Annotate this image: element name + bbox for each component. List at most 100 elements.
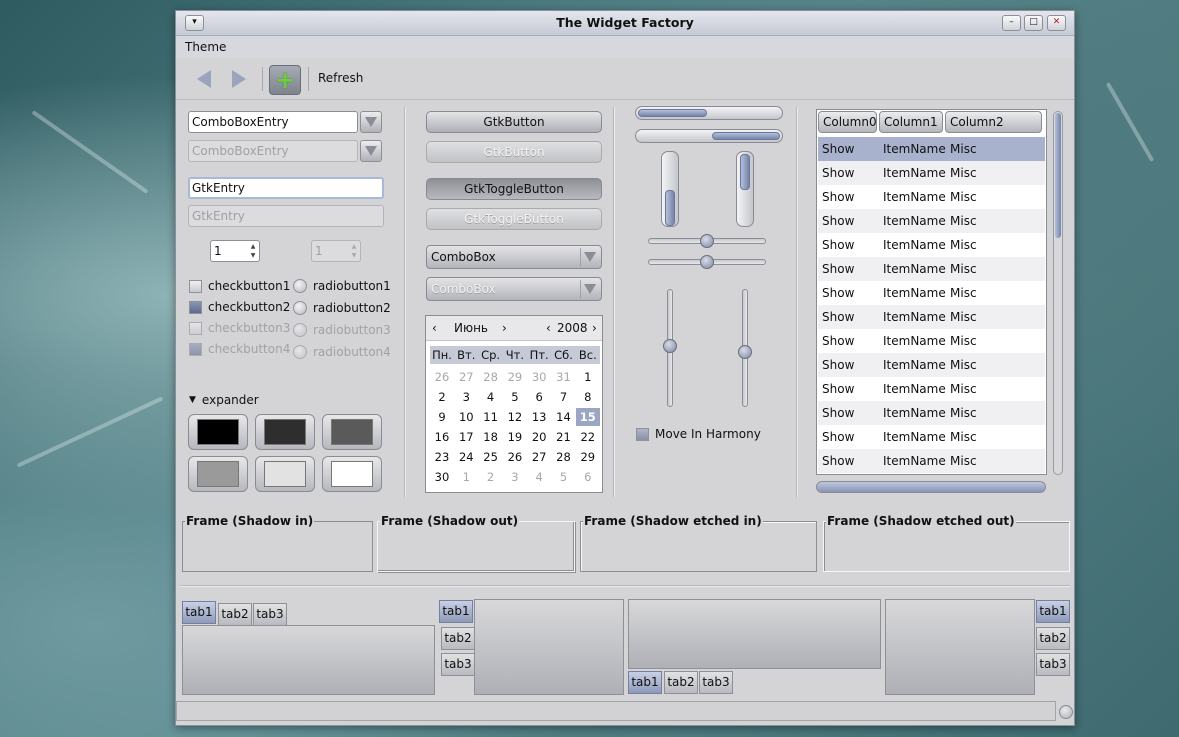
calendar-day[interactable]: 4 <box>527 468 551 486</box>
table-row[interactable]: Show ItemName Misc <box>818 233 1045 257</box>
scale-knob[interactable] <box>700 234 714 248</box>
calendar-day[interactable]: 17 <box>454 428 478 446</box>
menu-theme[interactable]: Theme <box>185 40 226 54</box>
combobox-entry-field[interactable]: ComboBoxEntry <box>188 111 358 133</box>
checkbutton2[interactable]: checkbutton2 <box>189 300 290 314</box>
table-row[interactable]: Show ItemName Misc <box>818 377 1045 401</box>
calendar-day[interactable]: 1 <box>576 368 600 386</box>
maximize-button[interactable]: □ <box>1024 15 1043 31</box>
calendar-day[interactable]: 7 <box>552 388 576 406</box>
forward-button[interactable] <box>224 65 254 93</box>
table-row[interactable]: Show ItemName Misc <box>818 425 1045 449</box>
gtk-toggle-button[interactable]: GtkToggleButton <box>426 178 602 200</box>
calendar-day[interactable]: 21 <box>552 428 576 446</box>
tab-tab2[interactable]: tab2 <box>664 671 698 694</box>
calendar-day[interactable]: 30 <box>527 368 551 386</box>
prev-month-icon[interactable]: ‹ <box>432 321 437 335</box>
calendar-day[interactable]: 5 <box>503 388 527 406</box>
calendar-day[interactable]: 18 <box>479 428 503 446</box>
gtk-button[interactable]: GtkButton <box>426 111 602 133</box>
prev-year-icon[interactable]: ‹ <box>546 321 551 335</box>
minimize-button[interactable]: – <box>1002 15 1021 31</box>
expander[interactable]: ▼ expander <box>189 393 259 407</box>
table-row[interactable]: Show ItemName Misc <box>818 305 1045 329</box>
color-button-4[interactable] <box>188 456 248 492</box>
color-button-1[interactable] <box>188 414 248 450</box>
combobox-entry-dropdown[interactable] <box>360 111 382 133</box>
calendar-day[interactable]: 6 <box>527 388 551 406</box>
calendar-day[interactable]: 30 <box>430 468 454 486</box>
calendar-day[interactable]: 13 <box>527 408 551 426</box>
table-row[interactable]: Show ItemName Misc <box>818 401 1045 425</box>
color-button-5[interactable] <box>255 456 315 492</box>
column-header-0[interactable]: Column0 <box>818 111 877 133</box>
calendar-day[interactable]: 16 <box>430 428 454 446</box>
next-year-icon[interactable]: › <box>592 321 597 335</box>
table-row[interactable]: Show ItemName Misc <box>818 281 1045 305</box>
tab-tab1[interactable]: tab1 <box>439 600 473 623</box>
calendar-day[interactable]: 12 <box>503 408 527 426</box>
color-button-3[interactable] <box>322 414 382 450</box>
calendar-day[interactable]: 11 <box>479 408 503 426</box>
tree-horizontal-scrollbar[interactable] <box>816 481 1046 493</box>
tab-tab1[interactable]: tab1 <box>182 601 216 624</box>
calendar-day[interactable]: 27 <box>454 368 478 386</box>
move-in-harmony-checkbox[interactable]: Move In Harmony <box>636 427 761 441</box>
color-button-2[interactable] <box>255 414 315 450</box>
scale-knob[interactable] <box>738 344 752 359</box>
radiobutton1[interactable]: radiobutton1 <box>293 279 391 293</box>
calendar-day[interactable]: 1 <box>454 468 478 486</box>
calendar-day[interactable]: 8 <box>576 388 600 406</box>
back-button[interactable] <box>189 65 219 93</box>
calendar-day[interactable]: 24 <box>454 448 478 466</box>
table-row[interactable]: Show ItemName Misc <box>818 209 1045 233</box>
calendar-day[interactable]: 22 <box>576 428 600 446</box>
tab-tab2[interactable]: tab2 <box>441 627 475 650</box>
calendar-day[interactable]: 5 <box>552 468 576 486</box>
calendar-day[interactable]: 26 <box>430 368 454 386</box>
calendar-day[interactable]: 28 <box>552 448 576 466</box>
next-month-icon[interactable]: › <box>502 321 507 335</box>
spin-arrows-icon[interactable]: ▲ ▼ <box>248 242 258 260</box>
calendar-day[interactable]: 3 <box>503 468 527 486</box>
tab-tab3[interactable]: tab3 <box>253 603 287 626</box>
table-row[interactable]: Show ItemName Misc <box>818 185 1045 209</box>
close-button[interactable]: ✕ <box>1047 15 1066 31</box>
radiobutton2[interactable]: radiobutton2 <box>293 301 391 315</box>
calendar-day[interactable]: 26 <box>503 448 527 466</box>
calendar-day[interactable]: 2 <box>479 468 503 486</box>
tab-tab3[interactable]: tab3 <box>1036 653 1070 676</box>
color-button-6[interactable] <box>322 456 382 492</box>
calendar-day[interactable]: 23 <box>430 448 454 466</box>
calendar-day[interactable]: 6 <box>576 468 600 486</box>
calendar-day[interactable]: 14 <box>552 408 576 426</box>
tab-tab2[interactable]: tab2 <box>1036 627 1070 650</box>
tab-tab3[interactable]: tab3 <box>441 653 475 676</box>
spin-button[interactable]: 1 ▲ ▼ <box>210 240 260 262</box>
calendar-day[interactable]: 27 <box>527 448 551 466</box>
calendar-day[interactable]: 15 <box>575 408 600 426</box>
scale-knob[interactable] <box>700 255 714 269</box>
calendar-day[interactable]: 29 <box>503 368 527 386</box>
calendar-day[interactable]: 29 <box>576 448 600 466</box>
column-header-1[interactable]: Column1 <box>879 111 943 133</box>
refresh-button[interactable]: Refresh <box>318 71 363 85</box>
table-row[interactable]: Show ItemName Misc <box>818 161 1045 185</box>
add-button[interactable]: + <box>269 65 301 95</box>
table-row[interactable]: Show ItemName Misc <box>818 257 1045 281</box>
tree-vertical-scrollbar[interactable] <box>1053 111 1063 475</box>
table-row[interactable]: Show ItemName Misc <box>818 329 1045 353</box>
calendar-day[interactable]: 25 <box>479 448 503 466</box>
table-row[interactable]: Show ItemName Misc <box>818 353 1045 377</box>
scrollbar-thumb[interactable] <box>1055 113 1061 238</box>
table-row[interactable]: Show ItemName Misc <box>818 137 1045 161</box>
gtk-entry-field[interactable]: GtkEntry <box>188 177 384 199</box>
calendar-day[interactable]: 28 <box>479 368 503 386</box>
calendar-day[interactable]: 3 <box>454 388 478 406</box>
tab-tab2[interactable]: tab2 <box>218 603 252 626</box>
column-header-2[interactable]: Column2 <box>945 111 1042 133</box>
calendar-day[interactable]: 4 <box>479 388 503 406</box>
checkbutton1[interactable]: checkbutton1 <box>189 279 290 293</box>
tab-tab1[interactable]: tab1 <box>1036 600 1070 623</box>
tab-tab1[interactable]: tab1 <box>628 671 662 694</box>
